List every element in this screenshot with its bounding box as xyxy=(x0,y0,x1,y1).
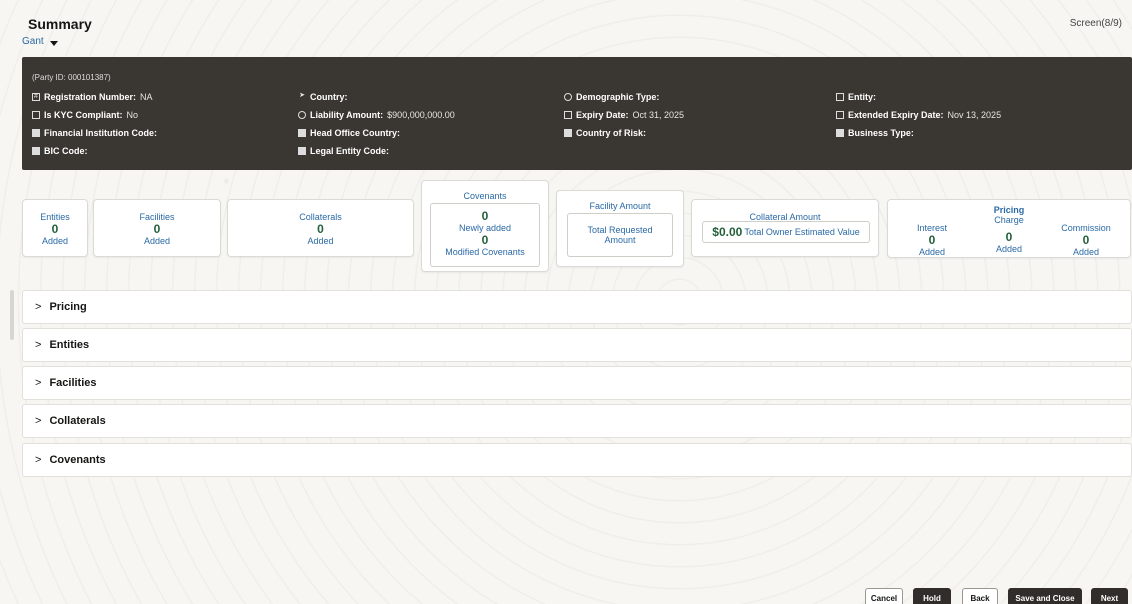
collateral-amount-card[interactable]: Collateral Amount $0.00 Total Owner Esti… xyxy=(691,199,879,257)
covenants-card[interactable]: Covenants 0 Newly added 0 Modified Coven… xyxy=(421,180,549,272)
pricing-charge: Charge 0 Added xyxy=(979,215,1039,257)
section-pricing[interactable]: > Pricing xyxy=(22,290,1132,324)
info-extended-expiry-date: Extended Expiry Date: Nov 13, 2025 xyxy=(836,107,1116,122)
covenants-new-label: Newly added xyxy=(458,223,512,233)
collateral-amount-sub: Total Owner Estimated Value xyxy=(744,227,860,237)
chevron-right-icon: > xyxy=(35,301,42,313)
section-covenants-label: Covenants xyxy=(49,454,106,466)
pricing-interest-sub: Added xyxy=(918,247,946,257)
pricing-commission-sub: Added xyxy=(1072,247,1100,257)
chevron-right-icon: > xyxy=(35,415,42,427)
building-icon xyxy=(836,128,844,137)
facility-amount-card[interactable]: Facility Amount Total Requested Amount xyxy=(556,190,684,267)
info-demographic-type: Demographic Type: xyxy=(564,89,836,104)
info-country-of-risk: Country of Risk: xyxy=(564,125,836,140)
covenants-modified-count: 0 xyxy=(481,233,489,247)
building-icon xyxy=(298,128,306,137)
pricing-charge-count: 0 xyxy=(1005,230,1013,244)
id-card-icon xyxy=(32,110,40,119)
section-collaterals[interactable]: > Collaterals xyxy=(22,404,1132,438)
collateral-amount-inner-box: $0.00 Total Owner Estimated Value xyxy=(702,221,870,243)
section-facilities-label: Facilities xyxy=(49,377,97,389)
info-country: ➤ Country: xyxy=(299,91,348,102)
pricing-interest: Interest 0 Added xyxy=(902,215,962,257)
money-bag-icon xyxy=(298,110,306,119)
pricing-card[interactable]: Pricing Interest 0 Added Charge 0 Added … xyxy=(887,199,1131,258)
covenants-inner-box: 0 Newly added 0 Modified Covenants xyxy=(430,203,540,267)
info-business-type: Business Type: xyxy=(836,125,1116,140)
chevron-right-icon: > xyxy=(35,454,42,466)
info-kyc-compliant: Is KYC Compliant: No xyxy=(32,107,298,122)
facilities-sub: Added xyxy=(143,236,171,246)
hash-icon: # xyxy=(32,92,40,101)
party-info-grid: # Registration Number: NA ➤ Country: Demogr… xyxy=(32,89,1122,158)
back-button[interactable]: Back xyxy=(962,588,998,604)
covenants-modified-label: Modified Covenants xyxy=(445,247,525,257)
pricing-commission-count: 0 xyxy=(1082,233,1090,247)
entities-sub: Added xyxy=(41,236,69,246)
pricing-interest-caption: Interest xyxy=(916,223,947,233)
page-title: Summary xyxy=(28,16,92,32)
covenants-new-count: 0 xyxy=(481,209,489,223)
calendar-icon xyxy=(564,110,572,119)
facilities-card[interactable]: Facilities 0 Added xyxy=(93,199,221,257)
collaterals-card-caption: Collaterals xyxy=(299,212,342,222)
save-and-close-button[interactable]: Save and Close xyxy=(1008,588,1082,604)
facility-amount-caption: Facility Amount xyxy=(589,201,651,211)
building-icon xyxy=(564,128,572,137)
building-icon xyxy=(298,146,306,155)
entities-card-caption: Entities xyxy=(40,212,70,222)
screen-indicator: Screen(8/9) xyxy=(1069,18,1122,29)
chevron-right-icon: > xyxy=(35,339,42,351)
pricing-charge-caption: Charge xyxy=(994,215,1024,225)
location-pin-icon xyxy=(564,92,572,101)
chevron-right-icon: > xyxy=(35,377,42,389)
collateral-amount-value: $0.00 xyxy=(712,225,743,239)
hold-button[interactable]: Hold xyxy=(913,588,951,604)
covenants-card-caption: Covenants xyxy=(463,191,507,201)
gant-dropdown[interactable]: Gant xyxy=(22,36,58,47)
pricing-interest-count: 0 xyxy=(928,233,936,247)
pricing-commission-caption: Commission xyxy=(1061,223,1111,233)
page-header: Summary Gant Screen(8/9) xyxy=(22,10,1122,50)
info-legal-entity-code: Legal Entity Code: xyxy=(298,143,564,158)
section-pricing-label: Pricing xyxy=(49,301,87,313)
facilities-card-caption: Facilities xyxy=(139,212,175,222)
next-button[interactable]: Next xyxy=(1091,588,1128,604)
pricing-card-caption: Pricing xyxy=(993,205,1025,215)
info-expiry-date: Expiry Date: Oct 31, 2025 xyxy=(564,107,836,122)
calendar-icon xyxy=(836,110,844,119)
info-registration-number: # Registration Number: NA xyxy=(32,89,298,104)
send-icon: ➤ xyxy=(299,91,305,99)
facility-amount-inner-box: Total Requested Amount xyxy=(567,213,673,257)
cancel-button[interactable]: Cancel xyxy=(865,588,903,604)
party-id: (Party ID: 000101387) xyxy=(32,73,111,82)
caret-down-icon xyxy=(49,41,58,46)
info-liability-amount: Liability Amount: $900,000,000.00 xyxy=(298,107,564,122)
section-entities-label: Entities xyxy=(49,339,90,351)
info-bic-code: BIC Code: xyxy=(32,143,298,158)
facilities-count: 0 xyxy=(153,222,161,236)
building-icon xyxy=(32,146,40,155)
entities-card[interactable]: Entities 0 Added xyxy=(22,199,88,257)
entities-count: 0 xyxy=(51,222,59,236)
section-entities[interactable]: > Entities xyxy=(22,328,1132,362)
gant-dropdown-label: Gant xyxy=(22,36,44,47)
section-covenants[interactable]: > Covenants xyxy=(22,443,1132,477)
collaterals-count: 0 xyxy=(317,222,324,236)
building-icon xyxy=(32,128,40,137)
collaterals-sub: Added xyxy=(307,236,334,246)
info-entity: Entity: xyxy=(836,89,1116,104)
party-info-bar: (Party ID: 000101387) # Registration Numb… xyxy=(22,57,1132,170)
entity-icon xyxy=(836,92,844,101)
collaterals-card[interactable]: Collaterals 0 Added xyxy=(227,199,414,257)
section-collaterals-label: Collaterals xyxy=(49,415,106,427)
facility-amount-sub: Total Requested Amount xyxy=(587,225,653,245)
pricing-charge-sub: Added xyxy=(995,244,1023,254)
info-financial-institution-code: Financial Institution Code: xyxy=(32,125,298,140)
section-facilities[interactable]: > Facilities xyxy=(22,366,1132,400)
scroll-indicator xyxy=(10,290,14,340)
pricing-commission: Commission 0 Added xyxy=(1056,215,1116,257)
info-head-office-country: Head Office Country: xyxy=(298,125,564,140)
